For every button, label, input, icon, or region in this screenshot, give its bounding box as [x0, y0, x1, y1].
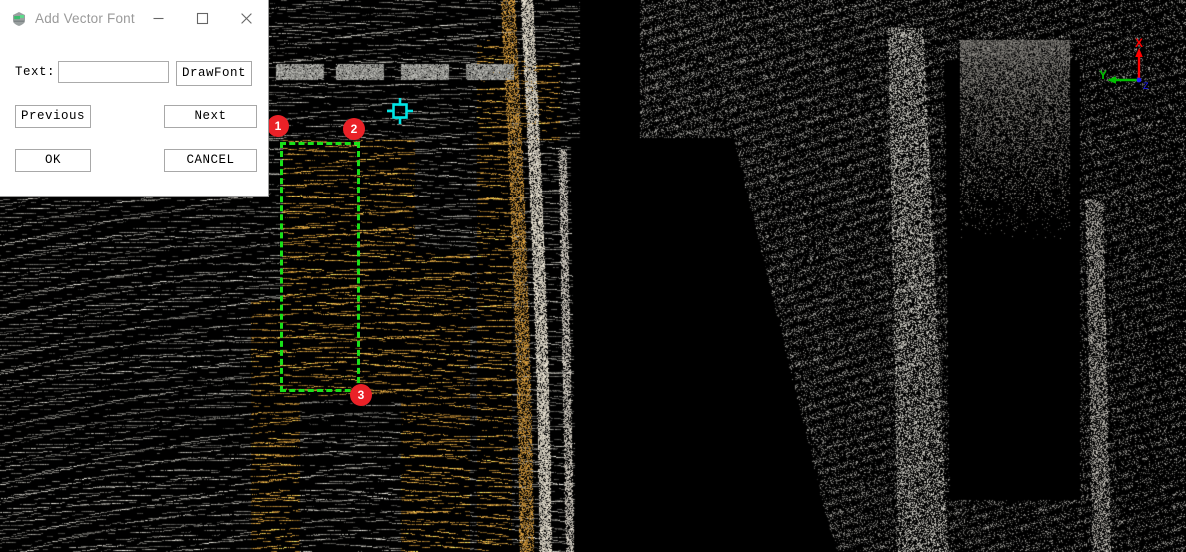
text-input[interactable]: [58, 61, 169, 83]
minimize-button[interactable]: [136, 0, 180, 37]
dialog-title: Add Vector Font: [35, 11, 135, 26]
app-icon: [13, 11, 25, 26]
crosshair-icon: [387, 98, 413, 124]
drawfont-button[interactable]: DrawFont: [176, 61, 252, 86]
maximize-icon: [196, 12, 208, 25]
vertex-marker-3-label: 3: [357, 388, 365, 402]
close-icon: [240, 13, 252, 24]
vertex-marker-3[interactable]: 3: [350, 384, 372, 406]
vertex-marker-2[interactable]: 2: [343, 118, 365, 140]
vertex-marker-2-label: 2: [350, 122, 358, 136]
window-controls: [136, 0, 268, 37]
text-label: Text:: [15, 65, 56, 79]
add-vector-font-dialog: Add Vector Font Text: DrawFont Previous …: [0, 0, 269, 197]
selection-rectangle[interactable]: [280, 142, 360, 392]
ok-button[interactable]: OK: [15, 149, 91, 172]
previous-button[interactable]: Previous: [15, 105, 91, 128]
minimize-icon: [153, 17, 163, 20]
close-button[interactable]: [224, 0, 268, 37]
dialog-title-bar[interactable]: Add Vector Font: [0, 0, 268, 37]
vertex-marker-1-label: 1: [274, 119, 282, 133]
application-window: X Y Z 1 2 3 Add Vector Font Text: DrawFo…: [0, 0, 1186, 552]
maximize-button[interactable]: [180, 0, 224, 37]
cancel-button[interactable]: CANCEL: [164, 149, 257, 172]
vertex-marker-1[interactable]: 1: [267, 115, 289, 137]
next-button[interactable]: Next: [164, 105, 257, 128]
dialog-body: Text: DrawFont Previous Next OK CANCEL: [0, 37, 268, 196]
